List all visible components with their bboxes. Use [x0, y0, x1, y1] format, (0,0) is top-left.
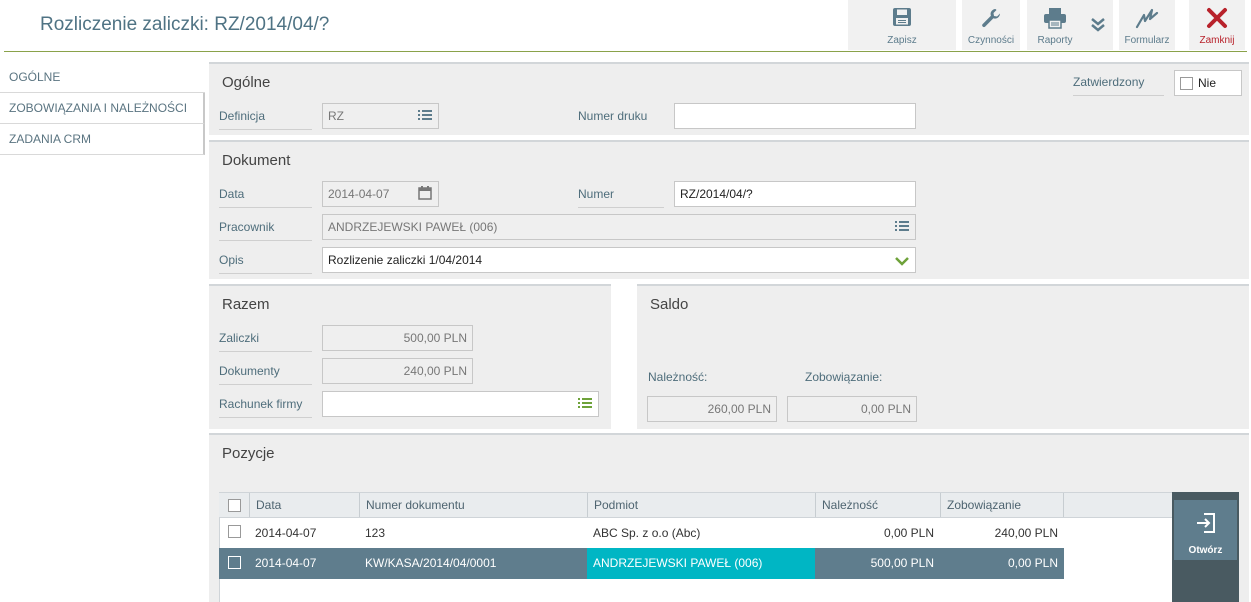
open-button[interactable]: Otwórz [1174, 500, 1237, 560]
employee-value: ANDRZEJEWSKI PAWEŁ (006) [328, 220, 498, 234]
print-number-label: Numer druku [578, 109, 648, 123]
open-label: Otwórz [1188, 545, 1223, 556]
positions-grid-header: Data Numer dokumentu Podmiot Należność Z… [219, 492, 1174, 518]
form-button[interactable]: Formularz [1119, 0, 1175, 50]
column-header-receivable[interactable]: Należność [815, 493, 940, 517]
employee-field[interactable]: ANDRZEJEWSKI PAWEŁ (006) [322, 214, 916, 240]
balance-panel: Saldo Należność: Zobowiązanie: 260,00 PL… [637, 284, 1249, 429]
open-enter-icon [1197, 513, 1215, 533]
advances-value: 500,00 PLN [322, 325, 473, 351]
double-chevron-down-icon [1091, 18, 1105, 32]
page-title: Rozliczenie zaliczki: RZ/2014/04/? [40, 14, 330, 35]
list-icon [895, 221, 909, 231]
header: Rozliczenie zaliczki: RZ/2014/04/? Zapis… [0, 0, 1251, 52]
close-label: Zamknij [1199, 35, 1235, 46]
table-row-selected[interactable]: 2014-04-07 KW/KASA/2014/04/0001 ANDRZEJE… [219, 548, 1064, 579]
number-label: Numer [578, 187, 664, 208]
definition-label: Definicja [219, 109, 312, 130]
signature-icon [1135, 8, 1159, 29]
description-label: Opis [219, 253, 312, 274]
row-liability: 240,00 PLN [994, 526, 1058, 540]
liability-value: 0,00 PLN [787, 396, 917, 422]
row-date: 2014-04-07 [255, 556, 317, 570]
totals-panel: Razem Zaliczki 500,00 PLN Dokumenty 240,… [209, 284, 611, 429]
positions-title: Pozycje [222, 445, 275, 462]
documents-value: 240,00 PLN [322, 358, 473, 384]
sidebar-item-general[interactable]: OGÓLNE [0, 62, 205, 93]
company-account-field[interactable] [322, 391, 599, 417]
row-document-number: KW/KASA/2014/04/0001 [365, 556, 497, 570]
row-entity: ABC Sp. z o.o (Abc) [593, 526, 701, 540]
header-divider [4, 51, 1247, 52]
approved-value: Nie [1198, 76, 1217, 90]
date-label: Data [219, 187, 312, 208]
printer-icon [1044, 8, 1066, 29]
calendar-icon [418, 186, 432, 200]
actions-label: Czynności [967, 35, 1015, 46]
date-field[interactable]: 2014-04-07 [322, 181, 439, 207]
form-label: Formularz [1124, 35, 1170, 46]
date-value: 2014-04-07 [328, 187, 390, 201]
save-button[interactable]: Zapisz [848, 0, 956, 50]
column-header-entity[interactable]: Podmiot [587, 493, 815, 517]
balance-title: Saldo [650, 296, 689, 313]
actions-button[interactable]: Czynności [962, 0, 1020, 50]
row-document-number: 123 [365, 526, 386, 540]
reports-button[interactable]: Raporty [1027, 0, 1083, 50]
documents-label: Dokumenty [219, 364, 312, 385]
advances-label: Zaliczki [219, 331, 312, 352]
list-icon [418, 110, 432, 120]
row-receivable: 500,00 PLN [870, 556, 934, 570]
wrench-icon [982, 9, 1001, 28]
close-icon [1207, 8, 1227, 28]
approved-checkbox-field[interactable]: Nie [1174, 70, 1242, 96]
row-checkbox[interactable] [228, 556, 241, 569]
document-panel: Dokument Data 2014-04-07 Numer RZ/2014/0… [209, 140, 1249, 279]
general-panel: Ogólne Definicja RZ Numer druku Zatwierd… [209, 62, 1249, 135]
description-value: Rozlizenie zaliczki 1/04/2014 [328, 253, 483, 267]
receivable-label: Należność: [648, 370, 708, 384]
liability-label: Zobowiązanie: [805, 370, 883, 384]
number-input[interactable]: RZ/2014/04/? [674, 181, 916, 207]
approved-checkbox[interactable] [1180, 77, 1193, 90]
select-all-checkbox[interactable] [228, 499, 241, 512]
company-account-label: Rachunek firmy [219, 397, 312, 418]
column-header-liability[interactable]: Zobowiązanie [940, 493, 1064, 517]
row-checkbox[interactable] [228, 525, 241, 538]
save-label: Zapisz [887, 35, 917, 46]
general-title: Ogólne [222, 74, 271, 91]
more-options-button[interactable] [1083, 0, 1113, 50]
row-receivable: 0,00 PLN [883, 526, 934, 540]
row-liability: 0,00 PLN [1007, 556, 1058, 570]
chevron-down-icon [895, 257, 909, 266]
row-entity-active-cell[interactable]: ANDRZEJEWSKI PAWEŁ (006) [587, 548, 815, 579]
sidebar-item-liabilities-receivables[interactable]: ZOBOWIĄZANIA I NALEŻNOŚCI [0, 93, 205, 124]
definition-value: RZ [328, 109, 344, 123]
reports-label: Raporty [1037, 35, 1073, 46]
close-button[interactable]: Zamknij [1189, 0, 1245, 50]
column-header-document-number[interactable]: Numer dokumentu [359, 493, 587, 517]
document-title: Dokument [222, 152, 291, 169]
column-header-date[interactable]: Data [249, 493, 359, 517]
row-date: 2014-04-07 [255, 526, 317, 540]
receivable-value: 260,00 PLN [647, 396, 777, 422]
sidebar: OGÓLNE ZOBOWIĄZANIA I NALEŻNOŚCI ZADANIA… [0, 62, 205, 155]
print-number-input[interactable] [674, 103, 916, 129]
table-row[interactable]: 2014-04-07 123 ABC Sp. z o.o (Abc) 0,00 … [219, 518, 1064, 549]
description-dropdown[interactable]: Rozlizenie zaliczki 1/04/2014 [322, 247, 916, 273]
totals-title: Razem [222, 296, 270, 313]
approved-label: Zatwierdzony [1073, 75, 1164, 96]
list-icon [578, 398, 592, 408]
sidebar-item-crm-tasks[interactable]: ZADANIA CRM [0, 124, 205, 155]
employee-label: Pracownik [219, 220, 312, 241]
definition-field[interactable]: RZ [322, 103, 439, 129]
floppy-disk-icon [893, 8, 911, 26]
